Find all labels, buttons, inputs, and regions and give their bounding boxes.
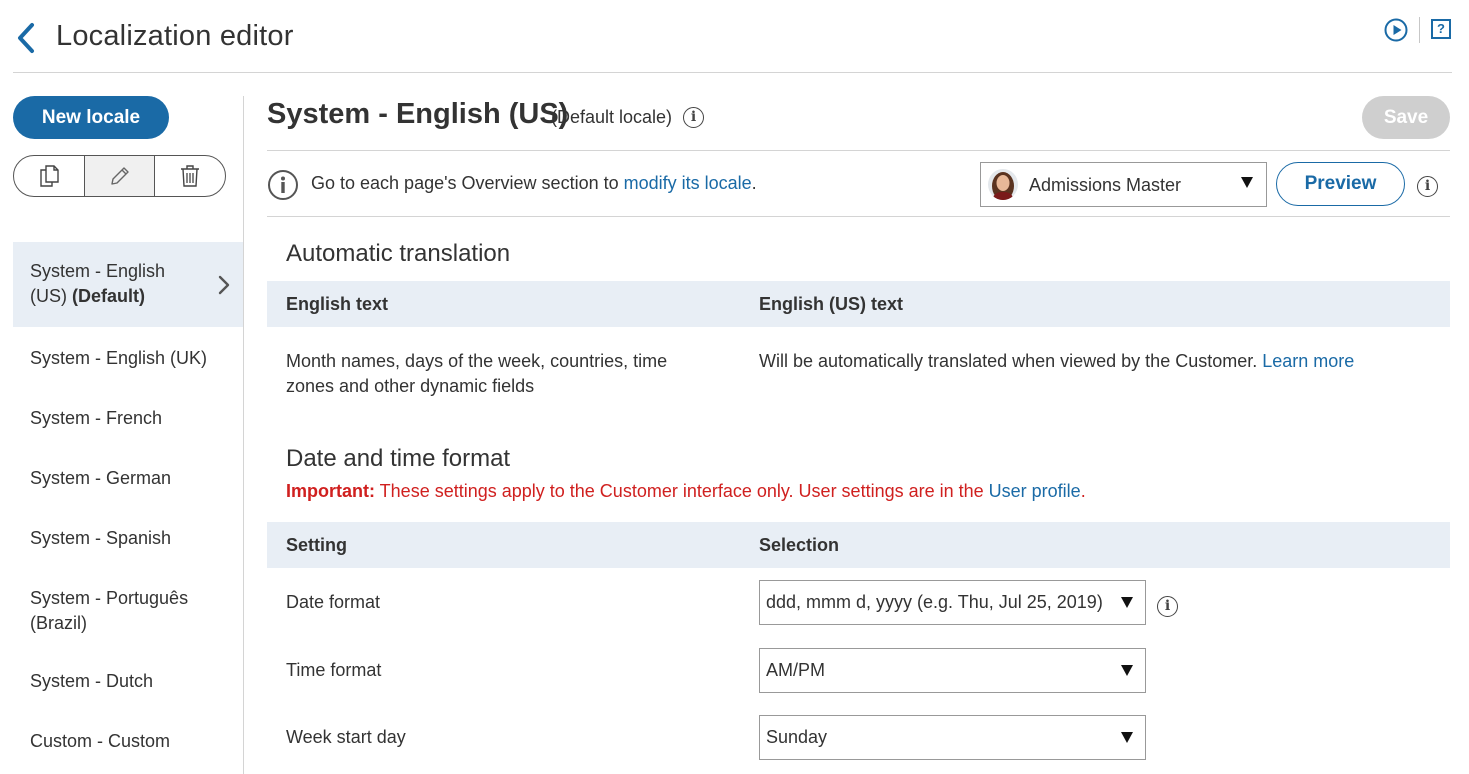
page-title: Localization editor	[56, 20, 294, 52]
info-icon[interactable]: i	[1157, 596, 1178, 617]
locale-item-label: System - Spanish	[30, 528, 172, 548]
cell-text: Will be automatically translated when vi…	[759, 351, 1263, 371]
section-title-auto-translation: Automatic translation	[286, 240, 511, 267]
trash-icon	[181, 165, 200, 187]
locale-item-german[interactable]: System - German	[13, 447, 243, 507]
time-format-select[interactable]: AM/PM	[759, 648, 1146, 693]
default-locale-label: (Default locale)	[551, 107, 673, 127]
avatar	[988, 169, 1018, 200]
setting-label-date-format: Date format	[286, 592, 381, 612]
locale-item-label: Custom - Custom	[30, 731, 171, 751]
important-text: These settings apply to the Customer int…	[375, 481, 989, 501]
edit-locale-button[interactable]	[83, 156, 155, 196]
preview-button[interactable]: Preview	[1276, 162, 1405, 206]
caret-down-icon	[1121, 597, 1133, 608]
play-circle-icon[interactable]	[1384, 18, 1408, 42]
page-header: Localization editor ?	[0, 0, 1469, 73]
locale-item-label: System - German	[30, 468, 172, 488]
copy-locale-button[interactable]	[14, 156, 84, 196]
important-label: Important:	[286, 481, 375, 501]
locale-item-english-us[interactable]: System - English (US) (Default)	[13, 242, 243, 327]
column-header: Setting	[286, 535, 347, 555]
column-header: English (US) text	[759, 294, 904, 314]
column-header: Selection	[759, 535, 840, 555]
copy-icon	[40, 165, 59, 187]
caret-down-icon	[1241, 177, 1253, 188]
locale-item-label: System - French	[30, 408, 163, 428]
locale-notice: Go to each page's Overview section to mo…	[311, 173, 757, 194]
column-header: English text	[286, 294, 389, 314]
locale-item-spanish[interactable]: System - Spanish	[13, 507, 243, 567]
cell-text: Month names, days of the week, countries…	[286, 351, 668, 371]
locale-item-label: System - Dutch	[30, 671, 154, 691]
divider	[267, 150, 1450, 151]
info-icon[interactable]: i	[683, 107, 704, 128]
notice-text: Go to each page's Overview section to	[311, 173, 624, 193]
user-select-value: Admissions Master	[1029, 175, 1182, 195]
notice-text: .	[751, 173, 757, 193]
chevron-left-icon[interactable]	[14, 22, 38, 54]
auto-translation-field-text: Month names, days of the week, countries…	[286, 349, 667, 399]
date-time-table-header: Setting Selection	[267, 522, 1450, 568]
user-select[interactable]: Admissions Master	[980, 162, 1267, 207]
user-profile-link[interactable]: User profile	[989, 481, 1081, 501]
locale-item-english-uk[interactable]: System - English (UK)	[13, 327, 243, 387]
select-value: AM/PM	[766, 660, 826, 680]
setting-label-week-start: Week start day	[286, 727, 406, 747]
divider	[267, 216, 1450, 217]
default-badge: (Default)	[72, 286, 145, 306]
important-notice: Important: These settings apply to the C…	[286, 481, 1086, 502]
info-icon[interactable]: i	[1417, 176, 1438, 197]
locale-item-label: System - English (UK)	[30, 348, 208, 368]
pencil-icon	[110, 167, 129, 185]
header-divider	[13, 72, 1452, 73]
week-start-select[interactable]: Sunday	[759, 715, 1146, 760]
help-icon[interactable]: ?	[1431, 19, 1451, 39]
auto-translation-table-header: English text English (US) text	[267, 281, 1450, 327]
info-icon	[268, 170, 298, 200]
locale-list: System - English (US) (Default) System -…	[13, 242, 243, 762]
sidebar-divider	[243, 96, 244, 774]
locale-item-label: System - English	[30, 261, 166, 281]
caret-down-icon	[1121, 665, 1133, 676]
setting-label-time-format: Time format	[286, 660, 382, 680]
locale-item-portuguese-brazil[interactable]: System - Português (Brazil)	[13, 567, 243, 652]
locale-item-dutch[interactable]: System - Dutch	[13, 652, 243, 712]
locale-item-label: (Brazil)	[30, 613, 87, 633]
important-text: .	[1080, 481, 1086, 501]
new-locale-button[interactable]: New locale	[13, 96, 169, 139]
locale-title: System - English (US)	[267, 98, 569, 130]
auto-translation-value: Will be automatically translated when vi…	[759, 349, 1354, 374]
cell-text: zones and other dynamic fields	[286, 376, 535, 396]
locale-toolbar	[13, 155, 226, 197]
delete-locale-button[interactable]	[154, 156, 225, 196]
date-format-select[interactable]: ddd, mmm d, yyyy (e.g. Thu, Jul 25, 2019…	[759, 580, 1146, 625]
caret-down-icon	[1121, 732, 1133, 743]
locale-item-label: (US)	[30, 286, 72, 306]
save-button[interactable]: Save	[1362, 96, 1450, 139]
learn-more-link[interactable]: Learn more	[1262, 351, 1354, 371]
chevron-right-icon	[218, 275, 230, 294]
locale-item-french[interactable]: System - French	[13, 387, 243, 447]
locale-item-label: System - Português	[30, 588, 189, 608]
modify-locale-link[interactable]: modify its locale	[624, 173, 752, 193]
locale-item-custom[interactable]: Custom - Custom	[13, 712, 243, 762]
header-separator	[1419, 17, 1420, 43]
select-value: ddd, mmm d, yyyy (e.g. Thu, Jul 25, 2019…	[766, 592, 1103, 612]
section-title-date-time: Date and time format	[286, 445, 511, 472]
select-value: Sunday	[766, 727, 828, 747]
